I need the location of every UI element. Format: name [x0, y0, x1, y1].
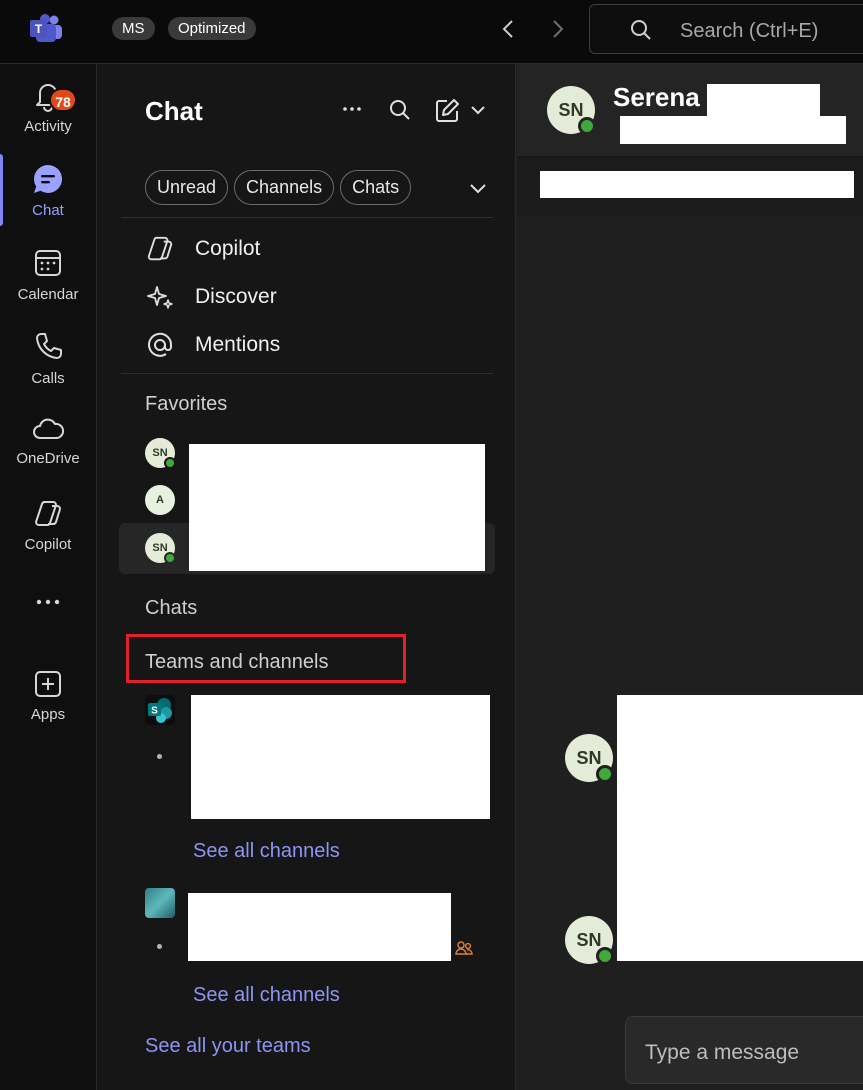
account-pill[interactable]: MS: [112, 17, 155, 40]
avatar[interactable]: A: [145, 485, 175, 515]
rail-more[interactable]: [0, 596, 96, 614]
filter-unread[interactable]: Unread: [145, 170, 229, 205]
at-mention-icon: [148, 332, 173, 357]
quick-discover-label: Discover: [195, 285, 277, 308]
channel-bullet: [157, 754, 162, 759]
activity-badge: 78: [49, 88, 77, 112]
more-options-icon[interactable]: [341, 98, 363, 120]
rail-calendar-label: Calendar: [17, 286, 79, 303]
rail-apps-label: Apps: [30, 706, 66, 723]
app-rail: Activity 78 Chat Calendar Calls OneDrive: [0, 64, 97, 1090]
rail-calendar[interactable]: Calendar: [0, 246, 96, 303]
teams-logo-icon[interactable]: T: [28, 14, 64, 44]
quick-copilot-label: Copilot: [195, 237, 261, 260]
svg-text:T: T: [35, 22, 43, 36]
filter-search-icon[interactable]: [388, 98, 412, 122]
divider: [121, 373, 493, 374]
copilot-icon: [147, 236, 173, 261]
cloud-icon: [33, 418, 65, 439]
channel-bullet: [157, 944, 162, 949]
conversation-pane: SN Serena SN SN Type a message: [517, 64, 863, 1090]
sharepoint-team-icon[interactable]: S: [145, 695, 175, 725]
add-apps-icon: [35, 671, 61, 697]
team-avatar-icon[interactable]: [145, 888, 175, 918]
conversation-tabs-bar: [517, 156, 863, 216]
search-icon: [631, 20, 651, 40]
redacted-status: [620, 116, 846, 144]
redacted-tabs: [540, 171, 854, 198]
search-box[interactable]: Search (Ctrl+E): [589, 4, 863, 54]
compose-placeholder: Type a message: [645, 1041, 800, 1064]
filter-channels[interactable]: Channels: [234, 170, 335, 205]
rail-activity-label: Activity: [24, 118, 72, 135]
presence-available-icon: [596, 947, 614, 965]
sparkle-icon: [147, 286, 173, 309]
calendar-icon: [35, 250, 61, 276]
rail-copilot-label: Copilot: [24, 536, 72, 553]
redacted-surname: [707, 84, 820, 116]
more-icon: [36, 599, 60, 605]
chats-header[interactable]: Chats: [145, 597, 197, 620]
chevron-down-icon[interactable]: [469, 181, 487, 195]
chat-icon: [34, 164, 63, 193]
favorites-header[interactable]: Favorites: [145, 393, 227, 416]
rail-chat[interactable]: Chat: [0, 162, 96, 219]
quick-discover[interactable]: Discover: [145, 282, 277, 312]
rail-copilot[interactable]: Copilot: [0, 498, 96, 553]
filter-chips: Unread Channels Chats: [145, 170, 412, 205]
quick-copilot[interactable]: Copilot: [145, 234, 260, 264]
chat-list-pane: Chat Unread Channels Chats Copilot Disco…: [97, 64, 516, 1090]
contact-name[interactable]: Serena: [613, 82, 700, 113]
presence-available-icon: [578, 117, 596, 135]
pane-title: Chat: [145, 96, 203, 126]
rail-activity[interactable]: Activity 78: [0, 78, 96, 135]
presence-available-icon: [164, 457, 176, 469]
filter-chats[interactable]: Chats: [340, 170, 412, 205]
see-all-channels-link[interactable]: See all channels: [193, 840, 340, 863]
rail-onedrive[interactable]: OneDrive: [0, 414, 96, 467]
shared-channel-icon: [455, 941, 473, 955]
optimized-pill[interactable]: Optimized: [168, 17, 256, 40]
message-compose-box[interactable]: Type a message: [625, 1016, 863, 1084]
divider: [121, 217, 493, 218]
rail-calls[interactable]: Calls: [0, 330, 96, 387]
see-all-channels-link[interactable]: See all channels: [193, 984, 340, 1007]
back-arrow-icon[interactable]: [498, 18, 518, 40]
phone-icon: [36, 333, 62, 359]
rail-onedrive-label: OneDrive: [16, 450, 80, 467]
teams-and-channels-header[interactable]: Teams and channels: [145, 651, 328, 674]
svg-text:S: S: [151, 706, 158, 717]
redacted-chat-names: [189, 444, 485, 571]
rail-apps[interactable]: Apps: [0, 668, 96, 723]
title-bar: T MS Optimized Search (Ctrl+E): [0, 0, 863, 64]
quick-mentions-label: Mentions: [195, 333, 281, 356]
copilot-icon: [34, 501, 62, 526]
rail-chat-label: Chat: [32, 202, 64, 219]
new-chat-icon[interactable]: [435, 97, 489, 123]
quick-mentions[interactable]: Mentions: [145, 330, 280, 360]
search-placeholder: Search (Ctrl+E): [680, 20, 819, 42]
see-all-teams-link[interactable]: See all your teams: [145, 1035, 311, 1058]
redacted-messages: [617, 695, 863, 961]
redacted-team-channels: [188, 893, 451, 961]
forward-arrow-icon[interactable]: [548, 18, 568, 40]
presence-available-icon: [596, 765, 614, 783]
presence-available-icon: [164, 552, 176, 564]
conversation-header: SN Serena: [517, 64, 863, 216]
redacted-team-channels: [191, 695, 490, 819]
rail-calls-label: Calls: [31, 370, 65, 387]
